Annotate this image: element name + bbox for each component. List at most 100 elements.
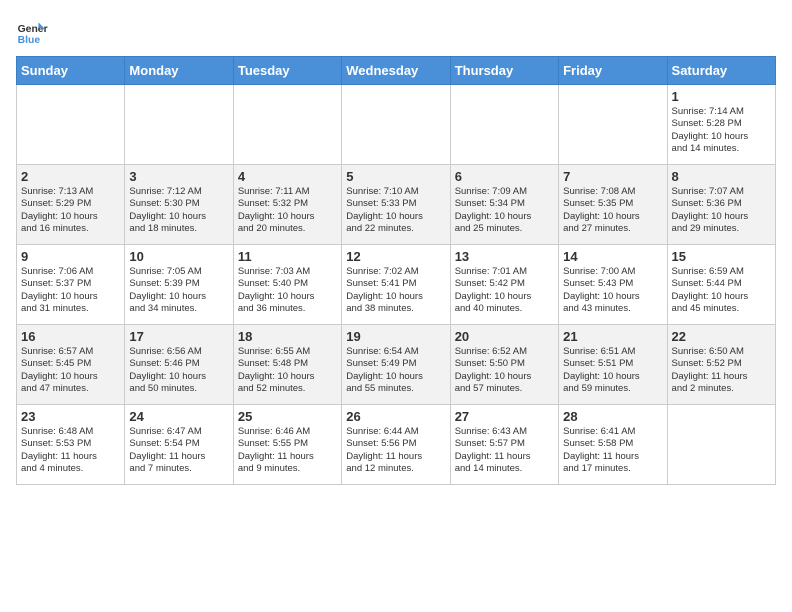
day-number: 6	[455, 169, 554, 184]
weekday-header-monday: Monday	[125, 57, 233, 85]
page-header: General Blue	[16, 16, 776, 48]
calendar-cell	[450, 85, 558, 165]
calendar-cell: 15 Sunrise: 6:59 AM Sunset: 5:44 PM Dayli…	[667, 245, 775, 325]
calendar-cell: 16 Sunrise: 6:57 AM Sunset: 5:45 PM Dayli…	[17, 325, 125, 405]
calendar-cell: 3Sunrise: 7:12 AM Sunset: 5:30 PM Daylig…	[125, 165, 233, 245]
day-number: 26	[346, 409, 445, 424]
day-info: Sunrise: 6:50 AM Sunset: 5:52 PM Dayligh…	[672, 346, 771, 395]
weekday-header-wednesday: Wednesday	[342, 57, 450, 85]
weekday-header-sunday: Sunday	[17, 57, 125, 85]
day-info: Sunrise: 7:13 AM Sunset: 5:29 PM Dayligh…	[21, 186, 120, 235]
day-info: Sunrise: 6:46 AM Sunset: 5:55 PM Dayligh…	[238, 426, 337, 475]
day-info: Sunrise: 7:10 AM Sunset: 5:33 PM Dayligh…	[346, 186, 445, 235]
calendar-cell: 20 Sunrise: 6:52 AM Sunset: 5:50 PM Dayli…	[450, 325, 558, 405]
day-number: 9	[21, 249, 120, 264]
day-number: 24	[129, 409, 228, 424]
day-info: Sunrise: 7:03 AM Sunset: 5:40 PM Dayligh…	[238, 266, 337, 315]
day-number: 10	[129, 249, 228, 264]
day-info: Sunrise: 7:01 AM Sunset: 5:42 PM Dayligh…	[455, 266, 554, 315]
calendar-week-1: 1 Sunrise: 7:14 AM Sunset: 5:28 PM Daylig…	[17, 85, 776, 165]
day-info: Sunrise: 6:47 AM Sunset: 5:54 PM Dayligh…	[129, 426, 228, 475]
day-number: 25	[238, 409, 337, 424]
logo-icon: General Blue	[16, 16, 48, 48]
day-info: Sunrise: 7:07 AM Sunset: 5:36 PM Dayligh…	[672, 186, 771, 235]
calendar-cell: 19 Sunrise: 6:54 AM Sunset: 5:49 PM Dayli…	[342, 325, 450, 405]
day-number: 28	[563, 409, 662, 424]
day-number: 16	[21, 329, 120, 344]
weekday-header-thursday: Thursday	[450, 57, 558, 85]
calendar-cell: 17 Sunrise: 6:56 AM Sunset: 5:46 PM Dayli…	[125, 325, 233, 405]
calendar-cell	[17, 85, 125, 165]
day-info: Sunrise: 7:08 AM Sunset: 5:35 PM Dayligh…	[563, 186, 662, 235]
day-number: 8	[672, 169, 771, 184]
day-number: 21	[563, 329, 662, 344]
day-number: 5	[346, 169, 445, 184]
calendar-cell	[667, 405, 775, 485]
day-info: Sunrise: 6:56 AM Sunset: 5:46 PM Dayligh…	[129, 346, 228, 395]
day-info: Sunrise: 7:11 AM Sunset: 5:32 PM Dayligh…	[238, 186, 337, 235]
day-info: Sunrise: 7:09 AM Sunset: 5:34 PM Dayligh…	[455, 186, 554, 235]
day-number: 3	[129, 169, 228, 184]
day-info: Sunrise: 6:54 AM Sunset: 5:49 PM Dayligh…	[346, 346, 445, 395]
day-number: 23	[21, 409, 120, 424]
day-info: Sunrise: 6:44 AM Sunset: 5:56 PM Dayligh…	[346, 426, 445, 475]
calendar-cell: 24 Sunrise: 6:47 AM Sunset: 5:54 PM Dayli…	[125, 405, 233, 485]
day-number: 14	[563, 249, 662, 264]
day-info: Sunrise: 6:59 AM Sunset: 5:44 PM Dayligh…	[672, 266, 771, 315]
day-number: 19	[346, 329, 445, 344]
calendar-cell	[559, 85, 667, 165]
calendar-cell: 11 Sunrise: 7:03 AM Sunset: 5:40 PM Dayli…	[233, 245, 341, 325]
day-number: 27	[455, 409, 554, 424]
weekday-header-tuesday: Tuesday	[233, 57, 341, 85]
calendar-cell: 26 Sunrise: 6:44 AM Sunset: 5:56 PM Dayli…	[342, 405, 450, 485]
calendar-cell: 9 Sunrise: 7:06 AM Sunset: 5:37 PM Daylig…	[17, 245, 125, 325]
calendar-cell: 5 Sunrise: 7:10 AM Sunset: 5:33 PM Daylig…	[342, 165, 450, 245]
day-number: 4	[238, 169, 337, 184]
weekday-header-friday: Friday	[559, 57, 667, 85]
calendar-cell	[125, 85, 233, 165]
calendar-cell: 13 Sunrise: 7:01 AM Sunset: 5:42 PM Dayli…	[450, 245, 558, 325]
day-number: 13	[455, 249, 554, 264]
calendar-cell: 23 Sunrise: 6:48 AM Sunset: 5:53 PM Dayli…	[17, 405, 125, 485]
calendar-cell: 25 Sunrise: 6:46 AM Sunset: 5:55 PM Dayli…	[233, 405, 341, 485]
calendar-cell: 1 Sunrise: 7:14 AM Sunset: 5:28 PM Daylig…	[667, 85, 775, 165]
calendar-week-2: 2Sunrise: 7:13 AM Sunset: 5:29 PM Daylig…	[17, 165, 776, 245]
day-number: 11	[238, 249, 337, 264]
day-info: Sunrise: 6:57 AM Sunset: 5:45 PM Dayligh…	[21, 346, 120, 395]
weekday-header-row: SundayMondayTuesdayWednesdayThursdayFrid…	[17, 57, 776, 85]
calendar-cell: 21 Sunrise: 6:51 AM Sunset: 5:51 PM Dayli…	[559, 325, 667, 405]
day-info: Sunrise: 7:05 AM Sunset: 5:39 PM Dayligh…	[129, 266, 228, 315]
calendar-cell: 7 Sunrise: 7:08 AM Sunset: 5:35 PM Daylig…	[559, 165, 667, 245]
day-info: Sunrise: 7:06 AM Sunset: 5:37 PM Dayligh…	[21, 266, 120, 315]
day-number: 12	[346, 249, 445, 264]
day-info: Sunrise: 6:52 AM Sunset: 5:50 PM Dayligh…	[455, 346, 554, 395]
calendar-table: SundayMondayTuesdayWednesdayThursdayFrid…	[16, 56, 776, 485]
calendar-cell	[233, 85, 341, 165]
day-info: Sunrise: 6:41 AM Sunset: 5:58 PM Dayligh…	[563, 426, 662, 475]
calendar-cell	[342, 85, 450, 165]
calendar-week-4: 16 Sunrise: 6:57 AM Sunset: 5:45 PM Dayli…	[17, 325, 776, 405]
day-info: Sunrise: 6:51 AM Sunset: 5:51 PM Dayligh…	[563, 346, 662, 395]
day-number: 20	[455, 329, 554, 344]
svg-text:General: General	[18, 24, 48, 35]
day-info: Sunrise: 7:02 AM Sunset: 5:41 PM Dayligh…	[346, 266, 445, 315]
calendar-cell: 8 Sunrise: 7:07 AM Sunset: 5:36 PM Daylig…	[667, 165, 775, 245]
day-number: 18	[238, 329, 337, 344]
calendar-cell: 2Sunrise: 7:13 AM Sunset: 5:29 PM Daylig…	[17, 165, 125, 245]
day-info: Sunrise: 6:43 AM Sunset: 5:57 PM Dayligh…	[455, 426, 554, 475]
svg-text:Blue: Blue	[18, 35, 41, 46]
calendar-cell: 6 Sunrise: 7:09 AM Sunset: 5:34 PM Daylig…	[450, 165, 558, 245]
day-info: Sunrise: 7:00 AM Sunset: 5:43 PM Dayligh…	[563, 266, 662, 315]
day-number: 17	[129, 329, 228, 344]
day-number: 7	[563, 169, 662, 184]
logo: General Blue	[16, 16, 48, 48]
day-info: Sunrise: 6:48 AM Sunset: 5:53 PM Dayligh…	[21, 426, 120, 475]
day-number: 15	[672, 249, 771, 264]
weekday-header-saturday: Saturday	[667, 57, 775, 85]
day-number: 22	[672, 329, 771, 344]
day-number: 1	[672, 89, 771, 104]
day-info: Sunrise: 6:55 AM Sunset: 5:48 PM Dayligh…	[238, 346, 337, 395]
calendar-cell: 27 Sunrise: 6:43 AM Sunset: 5:57 PM Dayli…	[450, 405, 558, 485]
day-info: Sunrise: 7:14 AM Sunset: 5:28 PM Dayligh…	[672, 106, 771, 155]
calendar-cell: 12 Sunrise: 7:02 AM Sunset: 5:41 PM Dayli…	[342, 245, 450, 325]
